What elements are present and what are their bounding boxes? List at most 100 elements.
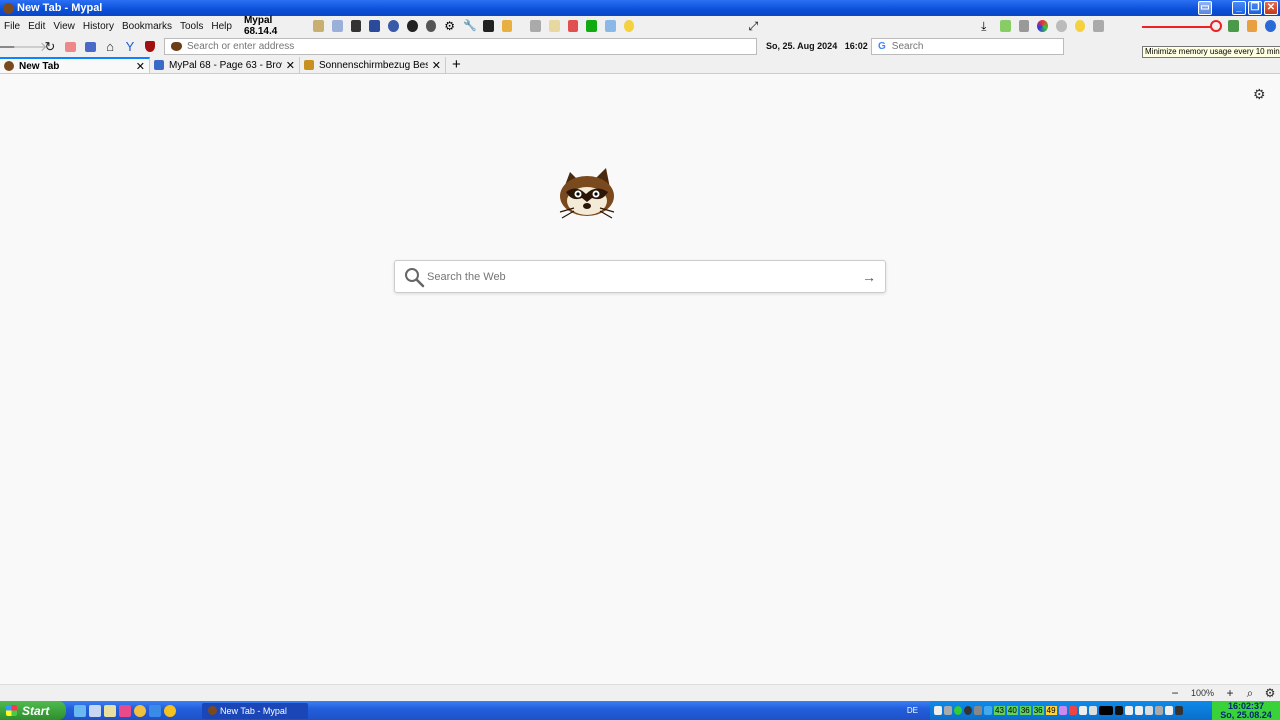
circle-dark-icon[interactable] (406, 20, 418, 32)
taskbar-clock[interactable]: 16:02:37 So, 25.08.24 (1212, 701, 1280, 720)
s-icon[interactable] (164, 704, 176, 717)
menu-view[interactable]: View (49, 21, 79, 32)
web-search-box[interactable]: → (394, 260, 886, 293)
zoom-in-button[interactable]: + (1220, 686, 1240, 700)
puzzle-icon[interactable] (482, 20, 494, 32)
find-magnifier-icon[interactable]: ⌕ (1240, 686, 1260, 701)
language-indicator[interactable]: DE (907, 706, 918, 715)
tray-icon-g[interactable] (1124, 706, 1133, 715)
close-tab-icon[interactable]: ✕ (286, 59, 295, 72)
filter-icon[interactable]: Y (120, 38, 140, 56)
address-bar[interactable] (164, 38, 757, 55)
memory-minimizer-icon[interactable] (1227, 20, 1239, 32)
notes-icon[interactable] (313, 20, 325, 32)
color-wheel-icon[interactable] (1037, 20, 1048, 32)
menu-bookmarks[interactable]: Bookmarks (118, 21, 176, 32)
tray-icon-f[interactable] (1114, 706, 1123, 715)
web-search-input[interactable] (427, 270, 857, 283)
document-icon[interactable] (332, 20, 343, 32)
menu-tools[interactable]: Tools (176, 21, 207, 32)
close-tab-icon[interactable]: ✕ (136, 60, 145, 73)
csp-icon[interactable] (586, 20, 598, 32)
start-button[interactable]: Start (0, 701, 66, 720)
tray-icon-e[interactable] (1098, 706, 1113, 715)
pencil-icon[interactable] (501, 20, 513, 32)
sun-icon[interactable] (134, 704, 146, 717)
tab-sonnenschirm[interactable]: Sonnenschirmbezug Bespa ✕ (300, 57, 446, 73)
tab-mypal-forum[interactable]: MyPal 68 - Page 63 - Brow ✕ (150, 57, 300, 73)
clipboard-icon[interactable] (549, 20, 560, 32)
ublock-icon[interactable] (140, 38, 160, 56)
new-tab-button[interactable]: + (452, 57, 461, 73)
play-icon[interactable] (1055, 20, 1067, 32)
clock-date: So, 25.08.24 (1220, 709, 1272, 720)
wrench-icon[interactable]: 🔧 (463, 20, 477, 32)
tray-save-icon[interactable] (944, 706, 952, 715)
mail-icon[interactable] (80, 38, 100, 56)
tab-label: Sonnenschirmbezug Bespa (319, 59, 428, 71)
tray-dark-icon[interactable] (964, 706, 972, 715)
save-icon[interactable] (369, 20, 381, 32)
arrow-right-icon[interactable]: → (857, 269, 881, 285)
extra-window-button[interactable]: ▭ (1198, 1, 1212, 15)
search-bar[interactable]: G (871, 38, 1064, 55)
menu-help[interactable]: Help (207, 21, 236, 32)
edit-icon[interactable] (605, 20, 616, 32)
sync-icon[interactable] (1265, 20, 1277, 32)
lightbulb-icon[interactable] (623, 20, 635, 32)
minimize-button[interactable]: _ (1232, 1, 1246, 15)
printer-icon[interactable] (1018, 20, 1030, 32)
brush-icon[interactable] (999, 20, 1011, 32)
zoom-out-button[interactable]: − (1165, 686, 1185, 700)
addon-icon[interactable] (60, 38, 80, 56)
explorer-icon[interactable] (89, 704, 101, 717)
tray-network-icon[interactable] (974, 706, 982, 715)
home-button[interactable]: ⌂ (100, 38, 120, 56)
reload-button[interactable]: ↻ (40, 38, 60, 56)
tray-green-icon[interactable] (954, 706, 962, 715)
url-input[interactable] (187, 41, 756, 52)
tray-icon-a[interactable] (1058, 706, 1067, 715)
yellow-circle-icon[interactable] (1074, 20, 1086, 32)
maximize-button[interactable]: ❐ (1248, 1, 1262, 15)
search-input[interactable] (891, 41, 1063, 52)
close-tab-icon[interactable]: ✕ (432, 59, 441, 72)
tray-icon-j[interactable] (1154, 706, 1163, 715)
status-settings-gear-icon[interactable]: ⚙ (1260, 686, 1280, 700)
broom-icon[interactable] (1246, 20, 1258, 32)
settings-gear-icon[interactable]: ⚙ (444, 20, 455, 32)
tray-icon-b[interactable] (1068, 706, 1077, 715)
globe-icon[interactable] (388, 20, 399, 32)
browser-icon[interactable] (149, 704, 161, 717)
media-icon[interactable] (119, 704, 131, 717)
tray-monitor-icon[interactable] (934, 706, 942, 715)
menu-edit[interactable]: Edit (24, 21, 49, 32)
tray-volume-icon[interactable] (1174, 706, 1183, 715)
tool-icon[interactable] (530, 20, 542, 32)
terminal-icon[interactable] (350, 20, 362, 32)
tray-icon-k[interactable] (1164, 706, 1173, 715)
recycle-icon[interactable] (567, 20, 579, 32)
folder-icon[interactable] (104, 704, 116, 717)
window-title: New Tab - Mypal (17, 2, 103, 14)
tray-stat-4: 36 (1032, 706, 1044, 715)
tray-icon-c[interactable] (1078, 706, 1087, 715)
tray-icon-i[interactable] (1144, 706, 1153, 715)
taskbar-item-mypal[interactable]: New Tab - Mypal (202, 702, 308, 719)
fullscreen-icon[interactable]: ⤢ (748, 20, 759, 32)
page-settings-gear-icon[interactable]: ⚙ (1253, 86, 1266, 103)
zoom-level[interactable]: 100% (1191, 688, 1214, 698)
tray-icon-h[interactable] (1134, 706, 1143, 715)
tab-new-tab[interactable]: New Tab ✕ (0, 57, 150, 73)
close-button[interactable]: ✕ (1264, 1, 1278, 15)
circle-grey-icon[interactable] (425, 20, 437, 32)
ie-icon[interactable] (74, 704, 86, 717)
menu-history[interactable]: History (79, 21, 118, 32)
tray-icon-d[interactable] (1088, 706, 1097, 715)
calendar-icon[interactable] (1093, 20, 1104, 32)
download-icon[interactable]: ⤓ (981, 20, 992, 32)
tray-stat-5: 49 (1045, 706, 1057, 715)
menu-file[interactable]: File (0, 21, 24, 32)
tray-wifi-icon[interactable] (984, 706, 992, 715)
forward-button[interactable]: 🡒 (13, 38, 48, 56)
